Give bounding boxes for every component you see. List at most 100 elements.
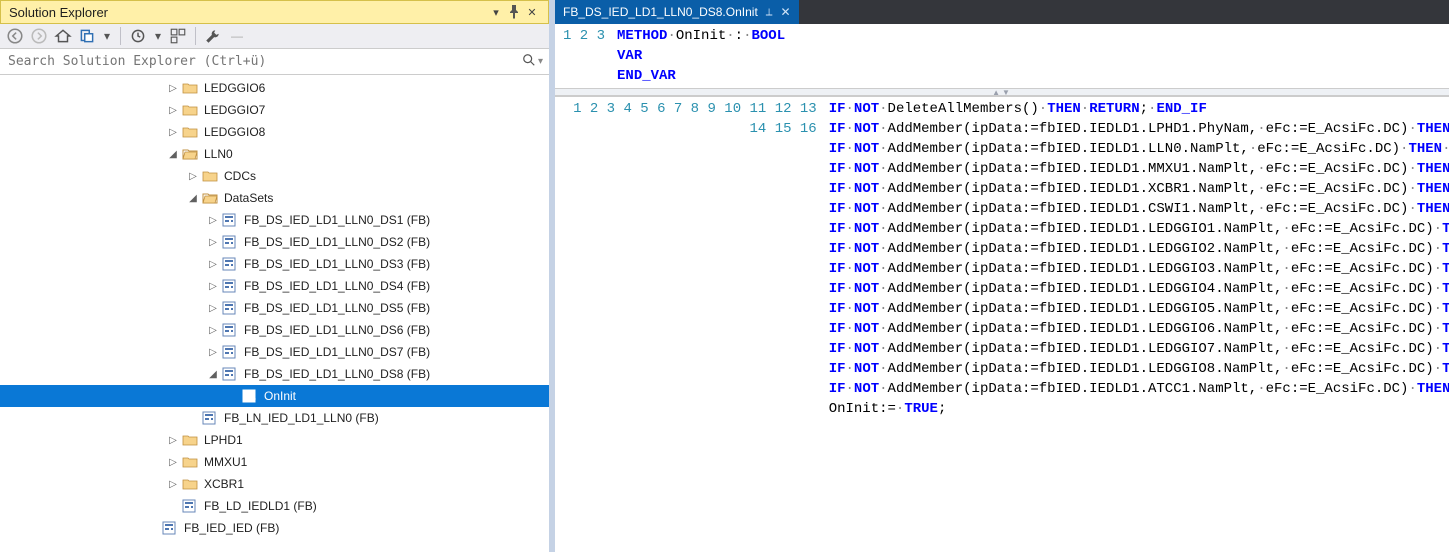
fb-icon xyxy=(222,322,238,338)
folder-icon xyxy=(182,454,198,470)
expand-icon[interactable]: ▷ xyxy=(206,281,220,292)
pin-icon[interactable] xyxy=(506,4,522,20)
tree-item[interactable]: ▷ FB_DS_IED_LD1_LLN0_DS2 (FB) xyxy=(0,231,549,253)
fb-icon xyxy=(222,366,238,382)
expand-icon[interactable]: ▷ xyxy=(206,347,220,358)
tree-item[interactable]: OnInit xyxy=(0,385,549,407)
close-icon[interactable]: ✕ xyxy=(524,4,540,20)
fb-icon xyxy=(222,344,238,360)
tree-item[interactable]: ▷ LPHD1 xyxy=(0,429,549,451)
tree-item[interactable]: ▷ MMXU1 xyxy=(0,451,549,473)
folder-icon xyxy=(182,102,198,118)
search-icon[interactable] xyxy=(522,53,536,70)
tree-item[interactable]: ▷ LEDGGIO6 xyxy=(0,77,549,99)
home-button[interactable] xyxy=(54,27,72,45)
tree-item[interactable]: ▷LEDGGIO7 xyxy=(0,99,549,121)
tree-item[interactable]: ◢ FB_DS_IED_LD1_LLN0_DS8 (FB) xyxy=(0,363,549,385)
tree-item[interactable]: ▷FB_DS_IED_LD1_LLN0_DS6 (FB) xyxy=(0,319,549,341)
editor-tab[interactable]: FB_DS_IED_LD1_LLN0_DS8.OnInit ⟂ ✕ xyxy=(555,0,799,24)
tree-item[interactable]: FB_IED_IED (FB) xyxy=(0,517,549,539)
folder-o-icon xyxy=(202,190,218,206)
expand-icon[interactable]: ▷ xyxy=(186,171,200,182)
sync-button[interactable] xyxy=(78,27,96,45)
expand-icon[interactable]: ▷ xyxy=(166,127,180,138)
chevron-down-icon[interactable]: ▾ xyxy=(153,27,163,45)
toolbar-separator xyxy=(195,27,196,45)
tree-item[interactable]: ▷FB_DS_IED_LD1_LLN0_DS7 (FB) xyxy=(0,341,549,363)
gutter: 1 2 3 4 5 6 7 8 9 10 11 12 13 14 15 16 xyxy=(555,97,827,552)
tree-item[interactable]: FB_LN_IED_LD1_LLN0 (FB) xyxy=(0,407,549,429)
showall-button[interactable] xyxy=(169,27,187,45)
explorer-toolbar: ▾ ▾ ― xyxy=(0,24,549,49)
editor-pane: FB_DS_IED_LD1_LLN0_DS8.OnInit ⟂ ✕ 1 2 3 … xyxy=(555,0,1449,552)
tree-item[interactable]: ◢DataSets xyxy=(0,187,549,209)
tree-item-label: FB_DS_IED_LD1_LLN0_DS2 (FB) xyxy=(242,235,430,249)
pin-icon[interactable]: ⟂ xyxy=(766,7,773,18)
tree-item-label: FB_DS_IED_LD1_LLN0_DS1 (FB) xyxy=(242,213,430,227)
expand-icon[interactable]: ▷ xyxy=(206,237,220,248)
folder-icon xyxy=(182,80,198,96)
close-icon[interactable]: ✕ xyxy=(780,5,790,19)
folder-o-icon xyxy=(182,146,198,162)
expand-icon[interactable]: ▷ xyxy=(206,325,220,336)
split-grip[interactable]: ▲▼ xyxy=(555,88,1449,96)
tree-item[interactable]: ▷ CDCs xyxy=(0,165,549,187)
toolbar-separator xyxy=(120,27,121,45)
expand-icon[interactable]: ▷ xyxy=(166,435,180,446)
tree-item-label: LEDGGIO8 xyxy=(202,125,265,139)
fb-icon xyxy=(222,300,238,316)
expand-icon[interactable]: ▷ xyxy=(166,83,180,94)
tree-item-label: FB_DS_IED_LD1_LLN0_DS5 (FB) xyxy=(242,301,430,315)
code-editor[interactable]: 1 2 3 METHOD·OnInit·:·BOOL VAR END_VAR ▲… xyxy=(555,24,1449,552)
back-button[interactable] xyxy=(6,27,24,45)
search-input[interactable] xyxy=(6,53,518,70)
expand-icon[interactable]: ▷ xyxy=(166,457,180,468)
tree-item[interactable]: FB_LD_IEDLD1 (FB) xyxy=(0,495,549,517)
tree-item[interactable]: ▷ FB_DS_IED_LD1_LLN0_DS5 (FB) xyxy=(0,297,549,319)
tree-item-label: FB_LD_IEDLD1 (FB) xyxy=(202,499,317,513)
expand-icon[interactable]: ▷ xyxy=(206,215,220,226)
history-button[interactable] xyxy=(129,27,147,45)
declaration-block: 1 2 3 METHOD·OnInit·:·BOOL VAR END_VAR xyxy=(555,24,1449,88)
expand-icon[interactable]: ▷ xyxy=(206,303,220,314)
code-lines[interactable]: METHOD·OnInit·:·BOOL VAR END_VAR xyxy=(615,24,791,88)
tree-item-label: OnInit xyxy=(262,389,296,403)
code-lines[interactable]: IF·NOT·DeleteAllMembers()·THEN·RETURN;·E… xyxy=(827,97,1449,552)
tree-item[interactable]: ◢ LLN0 xyxy=(0,143,549,165)
properties-button[interactable] xyxy=(204,27,222,45)
editor-tabbar: FB_DS_IED_LD1_LLN0_DS8.OnInit ⟂ ✕ xyxy=(555,0,1449,24)
implementation-block: 1 2 3 4 5 6 7 8 9 10 11 12 13 14 15 16 I… xyxy=(555,96,1449,552)
tree-item[interactable]: ▷ FB_DS_IED_LD1_LLN0_DS1 (FB) xyxy=(0,209,549,231)
panel-title-text: Solution Explorer xyxy=(9,5,108,20)
tree-item-label: LEDGGIO6 xyxy=(202,81,265,95)
tree-item[interactable]: ▷FB_DS_IED_LD1_LLN0_DS3 (FB) xyxy=(0,253,549,275)
tree-item[interactable]: ▷XCBR1 xyxy=(0,473,549,495)
solution-tree[interactable]: ▷LEDGGIO6▷LEDGGIO7▷LEDGGIO8◢LLN0▷CDCs◢Da… xyxy=(0,75,549,552)
tree-item-label: CDCs xyxy=(222,169,256,183)
collapse-icon[interactable]: ◢ xyxy=(186,193,200,204)
chevron-down-icon[interactable]: ▾ xyxy=(102,27,112,45)
gutter: 1 2 3 xyxy=(555,24,615,88)
panel-titlebar[interactable]: Solution Explorer ▾ ✕ xyxy=(0,0,549,24)
tree-item-label: MMXU1 xyxy=(202,455,247,469)
collapse-icon[interactable]: ◢ xyxy=(166,149,180,160)
tree-item-label: FB_DS_IED_LD1_LLN0_DS4 (FB) xyxy=(242,279,430,293)
tree-item-label: FB_DS_IED_LD1_LLN0_DS8 (FB) xyxy=(242,367,430,381)
expand-icon[interactable]: ▷ xyxy=(166,105,180,116)
search-dropdown-icon[interactable]: ▾ xyxy=(538,56,543,67)
tree-item[interactable]: ▷ LEDGGIO8 xyxy=(0,121,549,143)
collapse-icon[interactable]: ◢ xyxy=(206,369,220,380)
forward-button[interactable] xyxy=(30,27,48,45)
fb-icon xyxy=(222,278,238,294)
dropdown-icon[interactable]: ▾ xyxy=(488,4,504,20)
folder-icon xyxy=(182,476,198,492)
expand-icon[interactable]: ▷ xyxy=(166,479,180,490)
collapse-button[interactable]: ― xyxy=(228,27,246,45)
folder-icon xyxy=(182,432,198,448)
fb-icon xyxy=(182,498,198,514)
expand-icon[interactable]: ▷ xyxy=(206,259,220,270)
tree-item-label: LPHD1 xyxy=(202,433,243,447)
fb-icon xyxy=(222,256,238,272)
tree-item[interactable]: ▷ FB_DS_IED_LD1_LLN0_DS4 (FB) xyxy=(0,275,549,297)
tree-item-label: LLN0 xyxy=(202,147,233,161)
